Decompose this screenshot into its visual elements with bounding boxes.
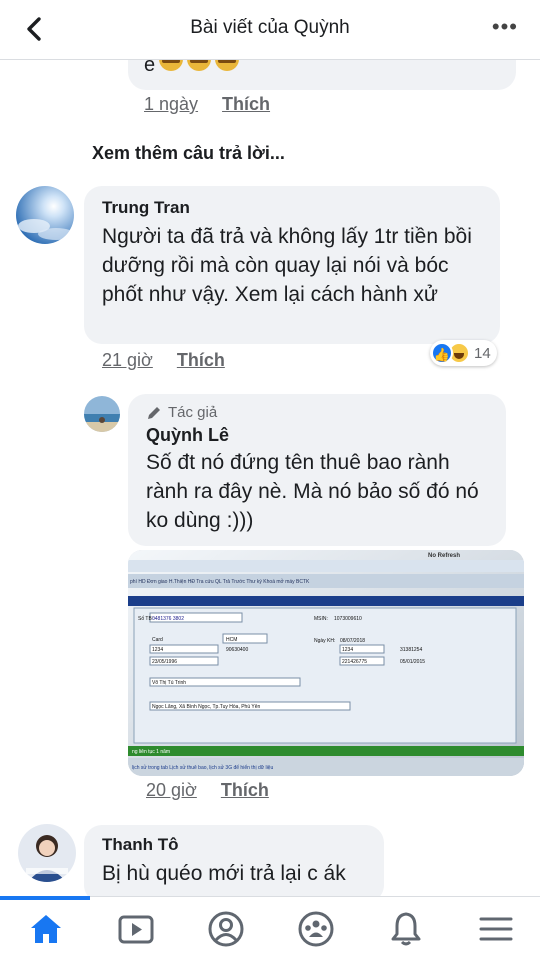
menu-icon <box>479 917 513 941</box>
photo-address-value: Ngọc Lãng, Xã Bình Ngọc, Tp.Tuy Hòa, Phú… <box>152 704 261 710</box>
photo-dob-value: 23/05/1996 <box>152 659 177 665</box>
previous-reply-meta: 1 ngày Thích <box>144 94 270 115</box>
photo-date-label: Ngày KH: <box>314 638 335 644</box>
comment-text: Bị hù quéo mới trả lại c ák <box>102 862 346 885</box>
comment-author[interactable]: Quỳnh Lê <box>146 425 488 446</box>
comment-meta: 20 giờ Thích <box>146 780 269 801</box>
avatar[interactable] <box>16 186 74 244</box>
tab-home[interactable] <box>24 907 68 951</box>
photo-date-value: 08/07/2018 <box>340 638 365 644</box>
comment-time[interactable]: 20 giờ <box>146 780 197 800</box>
photo-id-date-value: 05/01/2015 <box>400 659 425 665</box>
comment-bubble: Thanh Tô Bị hù quéo mới trả lại c ák <box>84 825 384 903</box>
tab-notifications[interactable] <box>384 907 428 951</box>
like-reaction-icon: 👍 <box>431 342 453 364</box>
tab-profile[interactable] <box>204 907 248 951</box>
photo-name-value: Võ Thị Tú Trinh <box>152 680 186 686</box>
attached-photo[interactable]: No Refresh phí HD Đơn giao H.Thiện HĐ Tr… <box>128 550 524 776</box>
comment-text: Số đt nó đứng tên thuê bao rành rành ra … <box>146 451 479 532</box>
sky-avatar-image <box>16 186 74 244</box>
like-button[interactable]: Thích <box>222 94 270 114</box>
reactions-summary[interactable]: 👍 14 <box>430 340 497 366</box>
comment-bubble: Tác giả Quỳnh Lê Số đt nó đứng tên thuê … <box>128 394 506 546</box>
photo-pin2-value: 1234 <box>342 647 353 653</box>
bell-icon <box>391 912 421 946</box>
reply-time[interactable]: 1 ngày <box>144 94 198 114</box>
tab-watch[interactable] <box>114 907 158 951</box>
portrait-avatar-image <box>18 824 76 882</box>
comment-author[interactable]: Trung Tran <box>102 198 482 218</box>
tab-menu[interactable] <box>474 907 518 951</box>
subscriber-record-photo: No Refresh phí HD Đơn giao H.Thiện HĐ Tr… <box>128 550 524 776</box>
photo-puk2-value: 31381254 <box>400 647 422 653</box>
comment-bubble: Trung Tran Người ta đã trả và không lấy … <box>84 186 500 344</box>
avatar[interactable] <box>84 396 120 432</box>
pencil-icon <box>148 406 160 419</box>
author-badge-label: Tác giả <box>168 404 218 421</box>
photo-puk-value: 90630400 <box>226 647 248 653</box>
photo-msin-value: 1073009610 <box>334 616 362 622</box>
photo-card-value: Card <box>152 637 163 643</box>
top-bar: Bài viết của Quỳnh ••• <box>0 0 540 60</box>
author-badge: Tác giả <box>146 404 488 421</box>
photo-footer-link: lịch sử trong tab Lịch sử thuê bao, lịch… <box>132 764 273 771</box>
reaction-count: 14 <box>474 344 491 362</box>
photo-window-title: No Refresh <box>428 553 460 559</box>
like-button[interactable]: Thích <box>221 780 269 800</box>
comment-meta: 21 giờ Thích <box>102 350 225 371</box>
photo-province-value: HCM <box>226 637 237 643</box>
comment-author[interactable]: Thanh Tô <box>102 835 366 855</box>
bottom-navigation <box>0 896 540 960</box>
photo-footer-left: ng liên tục 1 năm <box>132 749 170 755</box>
profile-icon <box>208 911 244 947</box>
previous-reply-bubble: e <box>128 54 516 90</box>
page-title: Bài viết của Quỳnh <box>190 17 350 38</box>
photo-id-value: 221426775 <box>342 659 367 665</box>
see-more-replies-link[interactable]: Xem thêm câu trả lời... <box>92 143 285 164</box>
avatar[interactable] <box>18 824 76 882</box>
home-icon <box>31 915 61 943</box>
more-options-button[interactable]: ••• <box>492 16 518 38</box>
beach-avatar-image <box>84 396 120 432</box>
watch-icon <box>118 915 154 944</box>
groups-icon <box>298 911 334 947</box>
comment-time[interactable]: 21 giờ <box>102 350 153 370</box>
photo-msin-label: MSIN: <box>314 616 328 622</box>
photo-menu: phí HD Đơn giao H.Thiện HĐ Tra cứu QL Tr… <box>130 578 310 585</box>
photo-pin-value: 1234 <box>152 647 163 653</box>
like-button[interactable]: Thích <box>177 350 225 370</box>
tab-groups[interactable] <box>294 907 338 951</box>
photo-phone-value: 0481376 3802 <box>152 616 184 622</box>
comment-text: Người ta đã trả và không lấy 1tr tiền bồ… <box>102 225 472 306</box>
active-tab-indicator <box>0 896 90 900</box>
